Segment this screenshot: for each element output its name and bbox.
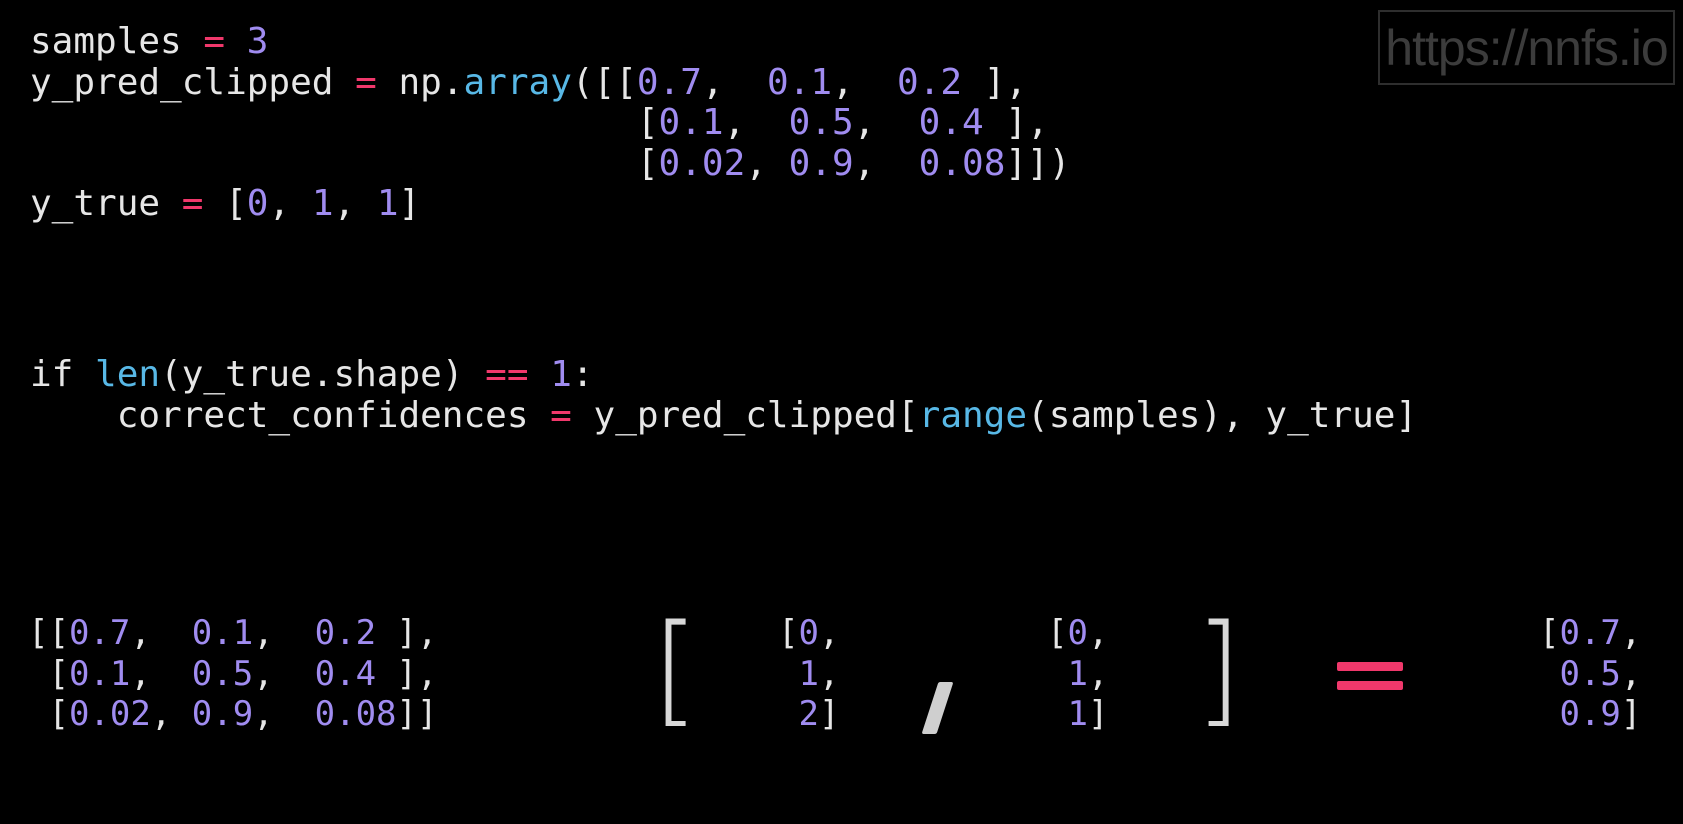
vector-row: 1]	[1067, 694, 1109, 734]
vector-row: [0,	[778, 613, 840, 653]
code-line: [0.1, 0.5, 0.4 ],	[30, 102, 1049, 143]
vector-row: 2]	[798, 694, 840, 734]
code-block-if: if len(y_true.shape) == 1: correct_confi…	[30, 354, 1418, 436]
predictions-matrix: [[0.7, 0.1, 0.2 ], [0.1, 0.5, 0.4 ], [0.…	[28, 613, 437, 735]
column-index-vector: [0, 1, 1]	[1047, 613, 1108, 735]
equals-sign-glyph	[1337, 660, 1403, 694]
vector-row: [0,	[1047, 613, 1109, 653]
code-line: y_pred_clipped = np.array([[0.7, 0.1, 0.…	[30, 61, 1028, 103]
code-line: [0.02, 0.9, 0.08]])	[30, 142, 1071, 184]
matrix-row: [[0.7, 0.1, 0.2 ],	[28, 613, 438, 653]
close-bracket-glyph: ]	[1195, 600, 1242, 739]
matrix-row: [0.1, 0.5, 0.4 ],	[28, 653, 438, 694]
comma-glyph	[921, 682, 954, 734]
equals-bar	[1337, 662, 1403, 671]
open-bracket-glyph: [	[652, 600, 699, 739]
code-line: samples = 3	[30, 21, 269, 62]
vector-row: [0.7,	[1539, 613, 1642, 653]
vector-row: 0.5,	[1559, 653, 1642, 694]
vector-row: 1,	[798, 653, 840, 694]
code-block-setup: samples = 3 y_pred_clipped = np.array([[…	[30, 21, 1071, 225]
vector-row: 0.9]	[1559, 694, 1642, 734]
matrix-row: [0.02, 0.9, 0.08]]	[28, 694, 438, 734]
code-line: correct_confidences = y_pred_clipped[ran…	[30, 394, 1418, 436]
vector-row: 1,	[1067, 653, 1109, 694]
row-index-vector: [0, 1, 2]	[778, 613, 839, 735]
code-line: y_true = [0, 1, 1]	[30, 183, 421, 224]
equals-bar	[1337, 681, 1403, 690]
code-line: if len(y_true.shape) == 1:	[30, 354, 594, 395]
watermark-logo: https://nnfs.io	[1378, 10, 1675, 85]
result-vector: [0.7, 0.5, 0.9]	[1539, 613, 1641, 735]
